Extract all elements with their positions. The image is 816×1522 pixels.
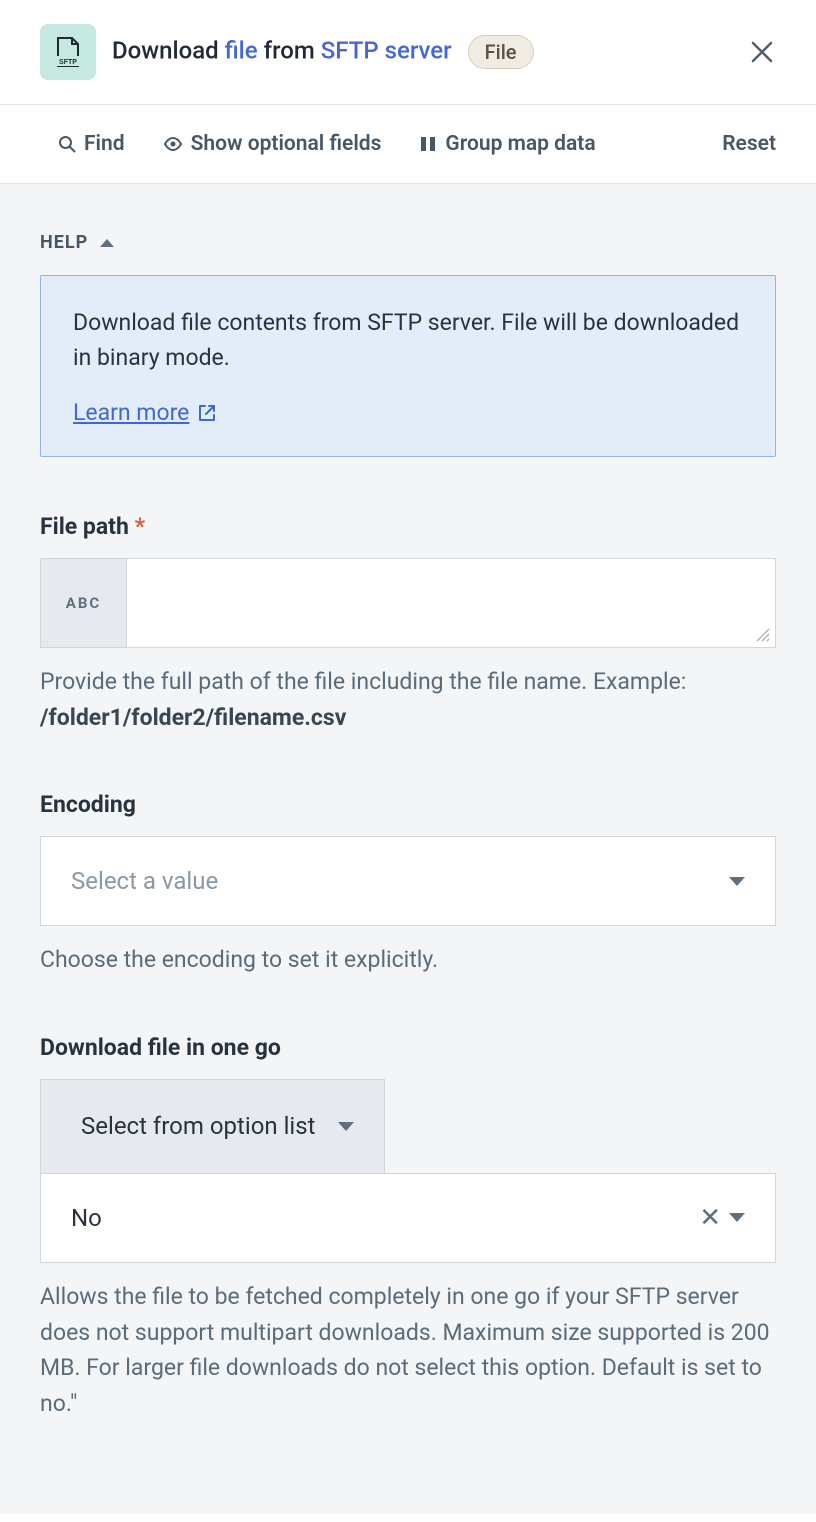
- close-button[interactable]: [748, 38, 776, 66]
- chevron-up-icon: [100, 239, 114, 247]
- learn-more-link[interactable]: Learn more: [73, 399, 217, 426]
- field-file-path: File path * ABC Provide the full path of…: [40, 513, 776, 735]
- encoding-placeholder: Select a value: [71, 867, 729, 895]
- show-optional-button[interactable]: Show optional fields: [163, 132, 382, 156]
- download-one-go-hint: Allows the file to be fetched completely…: [40, 1279, 776, 1422]
- reset-label: Reset: [722, 132, 776, 156]
- type-badge-text: ABC: [41, 559, 127, 647]
- output-type-badge: File: [468, 35, 534, 69]
- download-one-go-select[interactable]: No ✕: [40, 1173, 776, 1263]
- external-link-icon: [197, 403, 217, 423]
- group-map-button[interactable]: Group map data: [419, 132, 595, 156]
- panel-title: Download file from SFTP server File: [112, 35, 732, 69]
- option-list-tab-label: Select from option list: [81, 1112, 316, 1140]
- title-text-pre: Download: [112, 36, 225, 64]
- group-map-label: Group map data: [445, 132, 595, 156]
- eye-icon: [163, 135, 183, 153]
- search-icon: [58, 135, 76, 153]
- file-path-hint: Provide the full path of the file includ…: [40, 664, 776, 735]
- file-path-label: File path *: [40, 513, 776, 540]
- help-box: Download file contents from SFTP server.…: [40, 275, 776, 457]
- encoding-label: Encoding: [40, 791, 776, 818]
- file-path-input-row: ABC: [40, 558, 776, 648]
- learn-more-label: Learn more: [73, 399, 189, 426]
- encoding-select[interactable]: Select a value: [40, 836, 776, 926]
- help-text: Download file contents from SFTP server.…: [73, 306, 743, 375]
- download-one-go-value: No: [71, 1204, 691, 1232]
- panel-header: SFTP Download file from SFTP server File: [0, 0, 816, 104]
- file-path-input[interactable]: [127, 559, 775, 647]
- title-link-server[interactable]: SFTP server: [321, 36, 452, 64]
- sftp-app-icon: SFTP: [40, 24, 96, 80]
- svg-text:SFTP: SFTP: [59, 59, 77, 66]
- encoding-hint: Choose the encoding to set it explicitly…: [40, 942, 776, 978]
- title-text-mid: from: [258, 36, 321, 64]
- show-optional-label: Show optional fields: [191, 132, 382, 156]
- help-heading: HELP: [40, 232, 88, 253]
- help-toggle[interactable]: HELP: [40, 232, 776, 253]
- find-button[interactable]: Find: [58, 132, 125, 156]
- title-link-file[interactable]: file: [225, 36, 258, 64]
- required-marker: *: [135, 513, 145, 540]
- field-encoding: Encoding Select a value Choose the encod…: [40, 791, 776, 978]
- toolbar: Find Show optional fields Group map data…: [0, 104, 816, 184]
- caret-down-icon: [338, 1122, 354, 1131]
- find-label: Find: [84, 132, 125, 156]
- form-body: HELP Download file contents from SFTP se…: [0, 184, 816, 1514]
- clear-icon[interactable]: ✕: [691, 1203, 729, 1233]
- caret-down-icon: [729, 1213, 745, 1222]
- reset-button[interactable]: Reset: [722, 132, 776, 156]
- group-icon: [419, 135, 437, 153]
- option-list-tab[interactable]: Select from option list: [40, 1079, 385, 1173]
- field-download-one-go: Download file in one go Select from opti…: [40, 1034, 776, 1422]
- download-one-go-label: Download file in one go: [40, 1034, 776, 1061]
- resize-grip-icon[interactable]: [755, 627, 771, 643]
- caret-down-icon: [729, 877, 745, 886]
